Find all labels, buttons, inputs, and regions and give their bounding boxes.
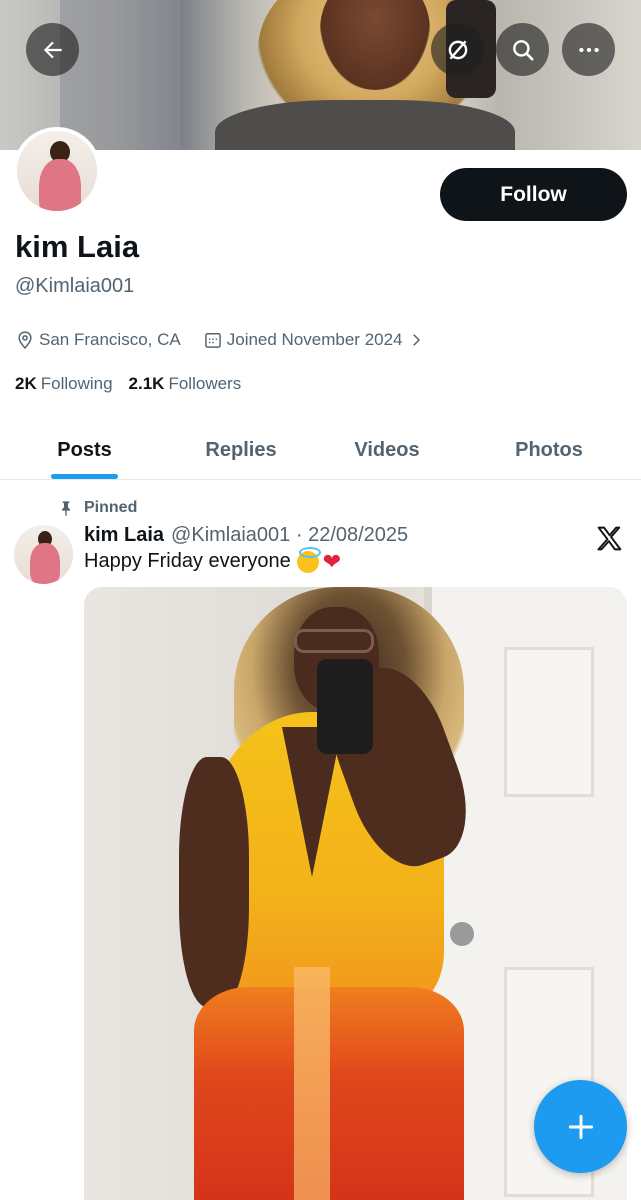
location-icon <box>15 330 35 350</box>
plus-icon <box>568 1114 593 1139</box>
location-text: San Francisco, CA <box>39 330 181 349</box>
pin-icon <box>58 499 74 517</box>
back-button[interactable] <box>26 23 79 76</box>
follow-button[interactable]: Follow <box>440 168 627 221</box>
image-door-panel <box>504 647 594 797</box>
profile-avatar[interactable] <box>13 127 101 215</box>
following-stat[interactable]: 2K Following <box>15 374 113 394</box>
tab-replies[interactable]: Replies <box>181 420 301 480</box>
red-heart-icon: ❤ <box>322 548 342 574</box>
image-door-knob <box>450 922 474 946</box>
display-name: kim Laia <box>15 229 140 264</box>
grok-icon <box>448 40 467 59</box>
post-text: Happy Friday everyone ❤ <box>84 546 342 574</box>
joined-date[interactable]: Joined November 2024 <box>227 330 403 350</box>
image-subject-phone <box>317 659 373 754</box>
follow-stats: 2K Following 2.1K Followers <box>15 374 257 394</box>
image-subject-glasses <box>294 629 374 653</box>
profile-meta: San Francisco, CA Joined November 2024 <box>15 328 431 352</box>
followers-label: Followers <box>168 374 242 393</box>
banner-background <box>60 0 180 150</box>
more-button[interactable] <box>562 23 615 76</box>
tab-photos[interactable]: Photos <box>493 420 605 480</box>
compose-post-button[interactable] <box>534 1080 627 1173</box>
active-tab-indicator <box>51 474 118 479</box>
grok-button[interactable] <box>431 23 484 76</box>
image-subject-sash <box>294 967 330 1200</box>
avatar-figure <box>39 159 81 211</box>
followers-count: 2.1K <box>128 374 165 393</box>
user-handle: @Kimlaia001 <box>15 275 135 297</box>
profile-banner[interactable] <box>0 0 641 150</box>
post-text-content: Happy Friday everyone <box>84 550 291 572</box>
profile-tabs: Posts Replies Videos Photos <box>0 420 641 480</box>
following-label: Following <box>40 374 113 393</box>
calendar-icon <box>203 330 223 350</box>
following-count: 2K <box>15 374 37 393</box>
pinned-indicator: Pinned <box>58 497 137 519</box>
search-button[interactable] <box>496 23 549 76</box>
more-horizontal-icon <box>578 47 599 52</box>
image-subject-arm <box>179 757 249 1007</box>
arrow-left-icon <box>43 41 62 58</box>
pinned-label: Pinned <box>84 499 138 516</box>
smiling-face-with-halo-icon <box>296 546 321 573</box>
banner-photo-shirt <box>215 100 515 150</box>
post-author-avatar[interactable] <box>14 525 73 584</box>
avatar-figure <box>30 543 60 584</box>
followers-stat[interactable]: 2.1K Followers <box>129 374 242 394</box>
chevron-right-icon[interactable] <box>407 330 427 350</box>
x-logo-icon[interactable] <box>595 524 624 553</box>
tab-posts[interactable]: Posts <box>29 420 140 480</box>
search-icon <box>512 39 534 61</box>
tab-videos[interactable]: Videos <box>330 420 444 480</box>
post-header: kim Laia @Kimlaia001 · 22/08/2025 <box>84 524 408 547</box>
post-author-name[interactable]: kim Laia <box>84 524 164 547</box>
post-meta: @Kimlaia001 · 22/08/2025 <box>171 524 409 546</box>
